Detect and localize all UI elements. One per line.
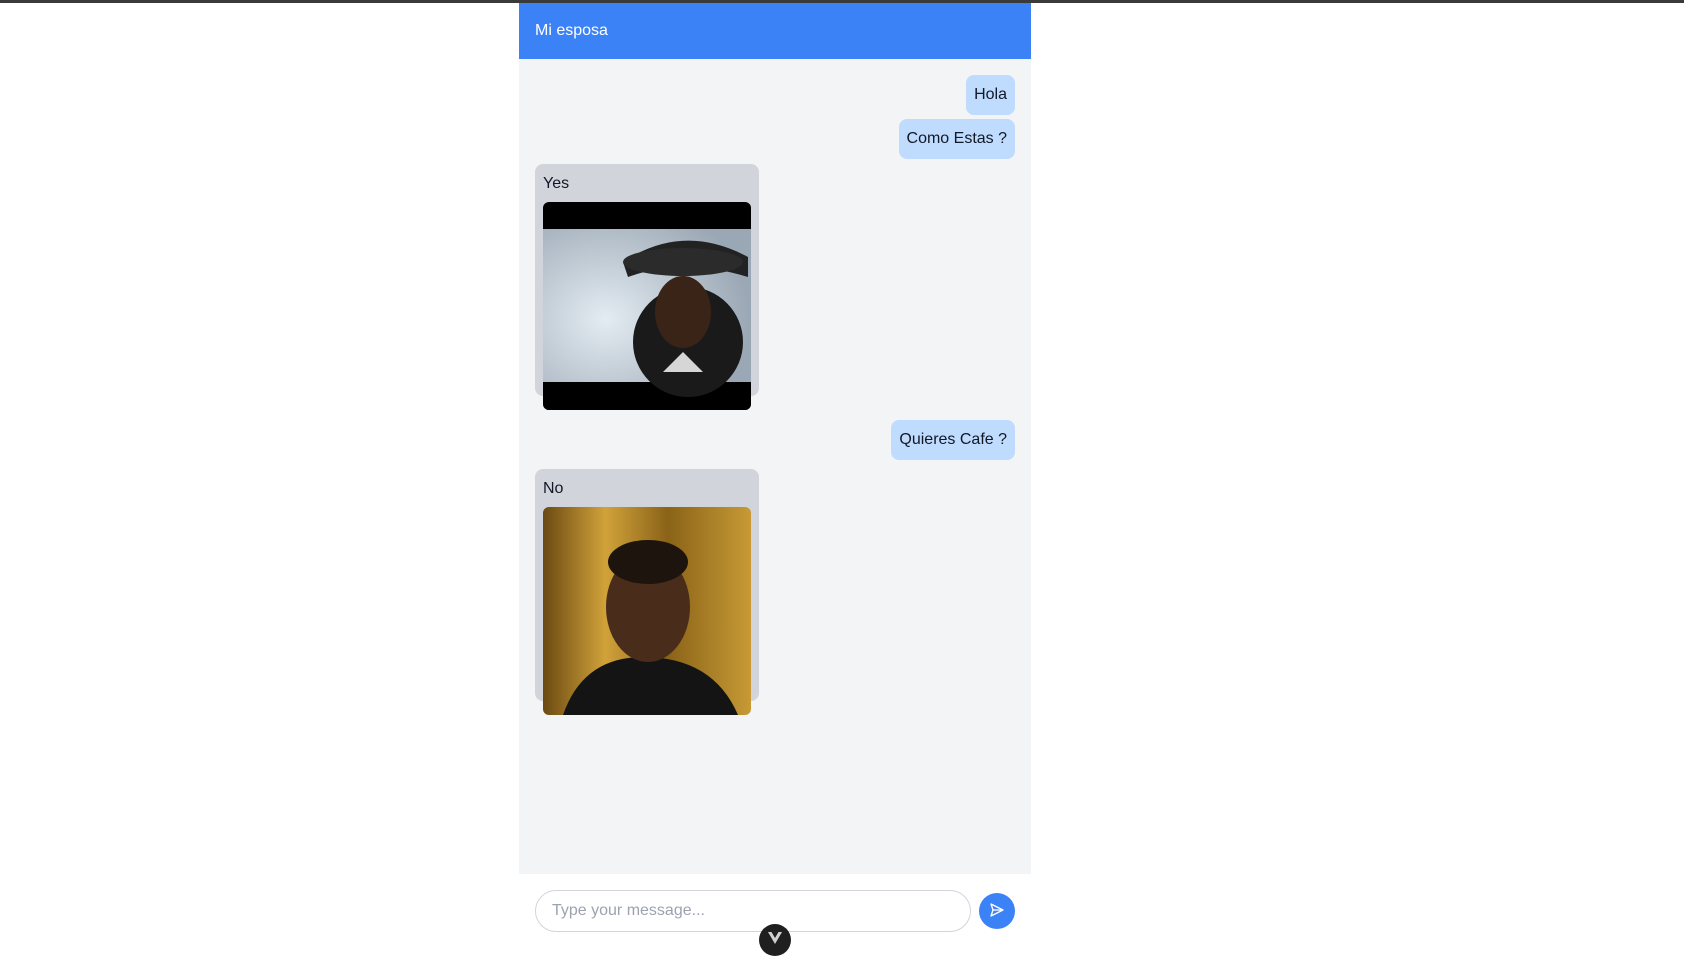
message-text: Hola (974, 86, 1007, 103)
incoming-message: Yes (535, 164, 759, 410)
send-button[interactable] (979, 893, 1015, 929)
message-text: Quieres Cafe ? (899, 431, 1007, 448)
message-input[interactable] (535, 890, 971, 932)
message-text: No (543, 480, 564, 497)
vue-devtools-icon (767, 931, 783, 950)
message-text: Yes (543, 175, 570, 192)
send-icon (989, 902, 1005, 921)
message-list: Hola Como Estas ? Yes Quieres Cafe ? No (519, 59, 1031, 874)
chat-title: Mi esposa (535, 22, 608, 39)
message-gif[interactable] (543, 507, 751, 715)
incoming-message: No (535, 469, 759, 715)
outgoing-message: Hola (966, 75, 1015, 115)
message-gif[interactable] (543, 202, 751, 410)
vue-devtools-button[interactable] (759, 924, 791, 956)
chat-window: Mi esposa Hola Como Estas ? Yes Quieres … (519, 3, 1031, 874)
message-text: Como Estas ? (906, 130, 1007, 147)
outgoing-message: Como Estas ? (898, 119, 1015, 159)
outgoing-message: Quieres Cafe ? (891, 420, 1015, 460)
chat-header: Mi esposa (519, 3, 1031, 59)
